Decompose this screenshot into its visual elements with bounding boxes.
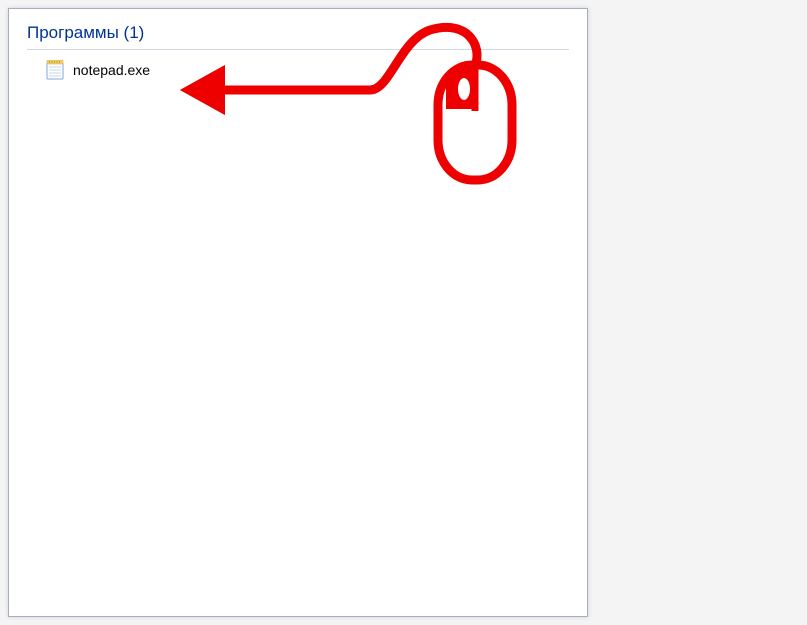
- results-group-title: Программы (1): [27, 23, 144, 42]
- results-group-header: Программы (1): [9, 9, 587, 45]
- notepad-icon: [45, 60, 65, 80]
- search-results-panel: Программы (1) notepad.exe: [8, 8, 588, 617]
- search-result-notepad[interactable]: notepad.exe: [9, 56, 587, 84]
- divider: [27, 49, 569, 50]
- search-result-label: notepad.exe: [73, 62, 150, 78]
